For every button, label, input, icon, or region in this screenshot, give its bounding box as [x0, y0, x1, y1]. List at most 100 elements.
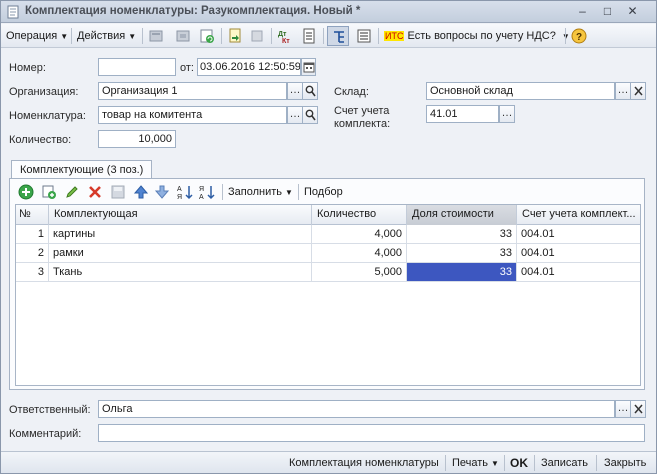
select-button[interactable]: Подбор: [304, 185, 343, 199]
header-component[interactable]: Комплектующая: [49, 205, 312, 225]
header-quantity[interactable]: Количество: [312, 205, 407, 225]
main-toolbar: Операция ▼ Действия ▼ Дт Кт ИТС Есть вопрос…: [1, 24, 656, 48]
date-field[interactable]: 03.06.2016 12:50:59: [197, 58, 301, 76]
svg-text:А: А: [199, 194, 204, 200]
number-field[interactable]: [98, 58, 176, 76]
warehouse-clear-button[interactable]: [630, 82, 646, 100]
components-table[interactable]: № Комплектующая Количество Доля стоимост…: [15, 204, 641, 386]
warehouse-field[interactable]: Основной склад: [426, 82, 615, 100]
structure-toggle[interactable]: [327, 26, 349, 46]
magnifier-icon: [305, 109, 316, 121]
help-icon[interactable]: ?: [571, 28, 587, 44]
caret-down-icon: ▼: [491, 459, 499, 468]
post-icon[interactable]: [148, 28, 164, 44]
fill-menu[interactable]: Заполнить ▼: [228, 185, 293, 200]
set-account-select-button[interactable]: …: [499, 105, 515, 123]
close-window-button[interactable]: ✕: [624, 4, 641, 20]
copy-icon[interactable]: [175, 28, 191, 44]
svg-text:Кт: Кт: [282, 38, 290, 44]
row-account[interactable]: 004.01: [517, 263, 640, 281]
document-icon: [7, 5, 19, 19]
responsible-label: Ответственный:: [9, 404, 91, 416]
close-button[interactable]: Закрыть: [604, 455, 646, 471]
end-edit-icon[interactable]: [110, 184, 126, 200]
toolbar-separator: [378, 28, 379, 44]
vat-questions-label: Есть вопросы по учету НДС?: [407, 30, 556, 42]
save-button[interactable]: Записать: [541, 455, 588, 471]
row-quantity[interactable]: 5,000: [312, 263, 407, 281]
print-menu[interactable]: Печать ▼: [452, 455, 499, 471]
comment-field[interactable]: [98, 424, 645, 442]
row-cost-share[interactable]: 33: [407, 225, 517, 243]
row-cost-share-selected[interactable]: 33: [407, 263, 517, 281]
table-header: № Комплектующая Количество Доля стоимост…: [16, 205, 640, 225]
clear-x-icon: [634, 404, 643, 414]
toolbar-separator: [221, 28, 222, 44]
organization-field[interactable]: Организация 1: [98, 82, 287, 100]
sort-ascending-icon[interactable]: АЯ: [177, 184, 193, 200]
copy-row-icon[interactable]: [41, 184, 57, 200]
toolbar-separator: [596, 455, 597, 471]
svg-text:Я: Я: [199, 186, 204, 193]
toolbar-separator: [142, 28, 143, 44]
toolbar-separator: [71, 28, 72, 44]
header-account[interactable]: Счет учета комплект...: [517, 205, 640, 225]
actions-menu[interactable]: Действия ▼: [77, 27, 136, 45]
row-account[interactable]: 004.01: [517, 225, 640, 243]
organization-select-button[interactable]: …: [287, 82, 303, 100]
document-arrow-icon[interactable]: [227, 28, 243, 44]
ok-button[interactable]: OK: [510, 455, 528, 471]
row-quantity[interactable]: 4,000: [312, 225, 407, 243]
report-icon[interactable]: [301, 28, 317, 44]
delete-icon[interactable]: [87, 184, 103, 200]
responsible-field[interactable]: Ольга: [98, 400, 615, 418]
document-window: Комплектация номенклатуры: Разукомплекта…: [0, 0, 657, 474]
list-icon[interactable]: [356, 28, 372, 44]
row-cost-share[interactable]: 33: [407, 244, 517, 262]
set-account-label-line1: Счет учета: [334, 105, 390, 117]
responsible-clear-button[interactable]: [630, 400, 646, 418]
quantity-field[interactable]: 10,000: [98, 130, 176, 148]
row-quantity[interactable]: 4,000: [312, 244, 407, 262]
minimize-button[interactable]: –: [574, 4, 591, 20]
organization-open-button[interactable]: [302, 82, 318, 100]
move-down-icon[interactable]: [154, 184, 170, 200]
tab-components[interactable]: Комплектующие (3 поз.): [11, 160, 153, 179]
warehouse-select-button[interactable]: …: [615, 82, 631, 100]
caret-down-icon: ▼: [128, 32, 137, 41]
toolbar-separator: [445, 455, 446, 471]
move-up-icon[interactable]: [133, 184, 149, 200]
edit-pencil-icon[interactable]: [64, 184, 80, 200]
nomenclature-select-button[interactable]: …: [287, 106, 303, 124]
header-number[interactable]: №: [16, 205, 49, 225]
table-row[interactable]: 1 картины 4,000 33 004.01: [16, 225, 640, 244]
number-label: Номер:: [9, 62, 46, 74]
row-number: 3: [16, 263, 49, 281]
vat-questions-link[interactable]: ИТС Есть вопросы по учету НДС? ▼: [384, 27, 570, 45]
nomenclature-open-button[interactable]: [302, 106, 318, 124]
calendar-button[interactable]: [301, 58, 316, 76]
sort-descending-icon[interactable]: ЯА: [199, 184, 215, 200]
quantity-label: Количество:: [9, 134, 72, 146]
date-label: от:: [180, 62, 194, 74]
row-number: 2: [16, 244, 49, 262]
row-component[interactable]: рамки: [49, 244, 312, 262]
calendar-icon: [303, 62, 315, 73]
debit-credit-icon[interactable]: ДтКт: [277, 28, 293, 44]
operation-menu[interactable]: Операция ▼: [6, 27, 68, 45]
header-cost-share[interactable]: Доля стоимости: [407, 205, 517, 225]
row-component[interactable]: Ткань: [49, 263, 312, 281]
title-bar[interactable]: Комплектация номенклатуры: Разукомплекта…: [1, 1, 656, 23]
refresh-icon[interactable]: [199, 28, 215, 44]
add-icon[interactable]: [18, 184, 34, 200]
responsible-select-button[interactable]: …: [615, 400, 631, 418]
row-account[interactable]: 004.01: [517, 244, 640, 262]
set-account-field[interactable]: 41.01: [426, 105, 499, 123]
maximize-button[interactable]: □: [599, 4, 616, 20]
nomenclature-field[interactable]: товар на комитента: [98, 106, 287, 124]
document-print-form-link[interactable]: Комплектация номенклатуры: [289, 455, 439, 471]
print-disabled-icon[interactable]: [249, 28, 265, 44]
row-component[interactable]: картины: [49, 225, 312, 243]
table-row[interactable]: 3 Ткань 5,000 33 004.01: [16, 263, 640, 282]
table-row[interactable]: 2 рамки 4,000 33 004.01: [16, 244, 640, 263]
